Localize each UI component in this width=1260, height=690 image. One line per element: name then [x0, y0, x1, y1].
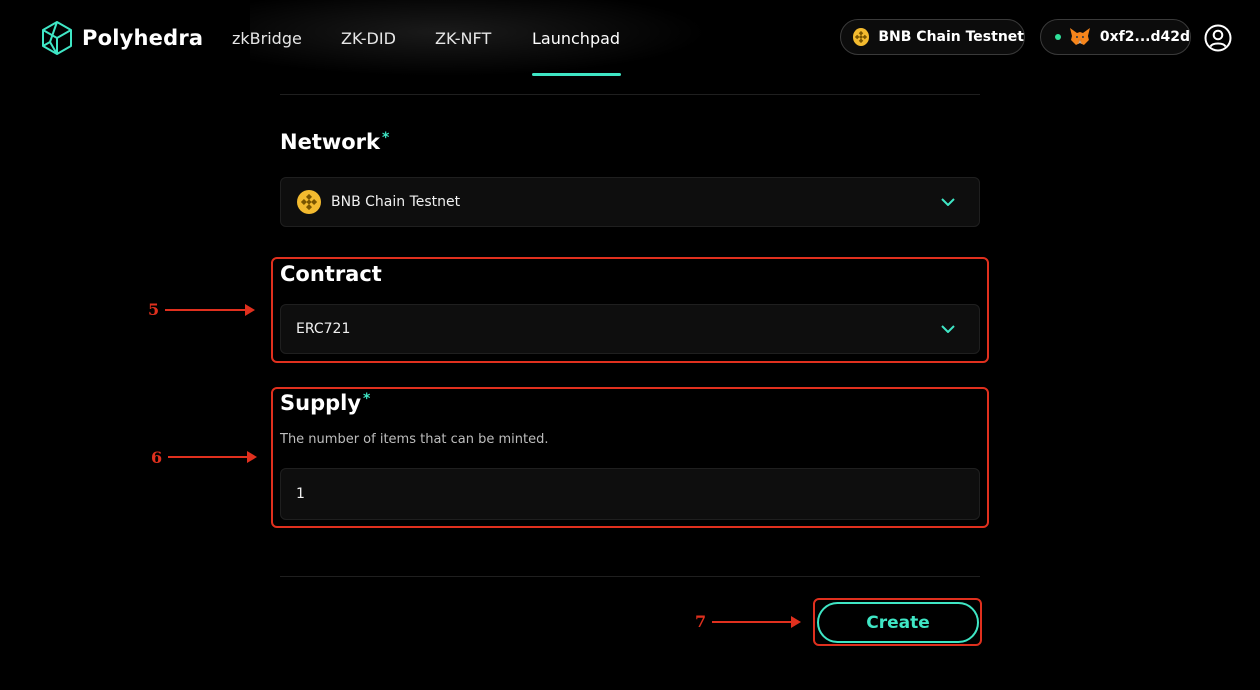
- annotation-number-6: 6: [151, 448, 163, 467]
- network-select-value: BNB Chain Testnet: [331, 194, 461, 210]
- network-select[interactable]: BNB Chain Testnet: [280, 177, 980, 227]
- nav-zk-did[interactable]: ZK-DID: [341, 29, 396, 48]
- active-nav-indicator: [532, 73, 621, 76]
- network-field-label: Network *: [280, 130, 389, 154]
- polyhedra-logo-icon: [42, 21, 72, 55]
- annotation-arrow-5: [165, 304, 255, 316]
- network-label-text: Network: [280, 130, 381, 154]
- wallet-account-button[interactable]: 0xf2...d42d: [1040, 19, 1191, 55]
- nav-launchpad[interactable]: Launchpad: [532, 29, 620, 48]
- section-divider-top: [280, 94, 980, 95]
- connected-status-dot: [1055, 34, 1061, 40]
- user-profile-icon[interactable]: [1204, 24, 1232, 52]
- nav-zkbridge[interactable]: zkBridge: [232, 29, 302, 48]
- nav-zk-nft[interactable]: ZK-NFT: [435, 29, 491, 48]
- metamask-fox-icon: [1069, 28, 1090, 45]
- bnb-coin-icon: [853, 28, 870, 46]
- network-pill-label: BNB Chain Testnet: [878, 29, 1024, 45]
- annotation-box-contract: [271, 257, 989, 363]
- annotation-box-create: [813, 598, 982, 646]
- annotation-number-7: 7: [695, 612, 707, 631]
- top-navigation-bar: Polyhedra zkBridge ZK-DID ZK-NFT Launchp…: [0, 0, 1260, 80]
- annotation-arrow-6: [168, 451, 257, 463]
- section-divider-bottom: [280, 576, 980, 577]
- annotation-number-5: 5: [148, 300, 160, 319]
- annotation-box-supply: [271, 387, 989, 528]
- bnb-coin-icon: [297, 190, 321, 214]
- wallet-address: 0xf2...d42d: [1099, 29, 1190, 45]
- required-marker: *: [382, 130, 390, 146]
- brand-logo[interactable]: Polyhedra: [40, 20, 203, 56]
- annotation-arrow-7: [712, 616, 801, 628]
- chevron-down-icon: [941, 198, 955, 206]
- brand-name: Polyhedra: [82, 26, 204, 50]
- network-switcher-button[interactable]: BNB Chain Testnet: [840, 19, 1025, 55]
